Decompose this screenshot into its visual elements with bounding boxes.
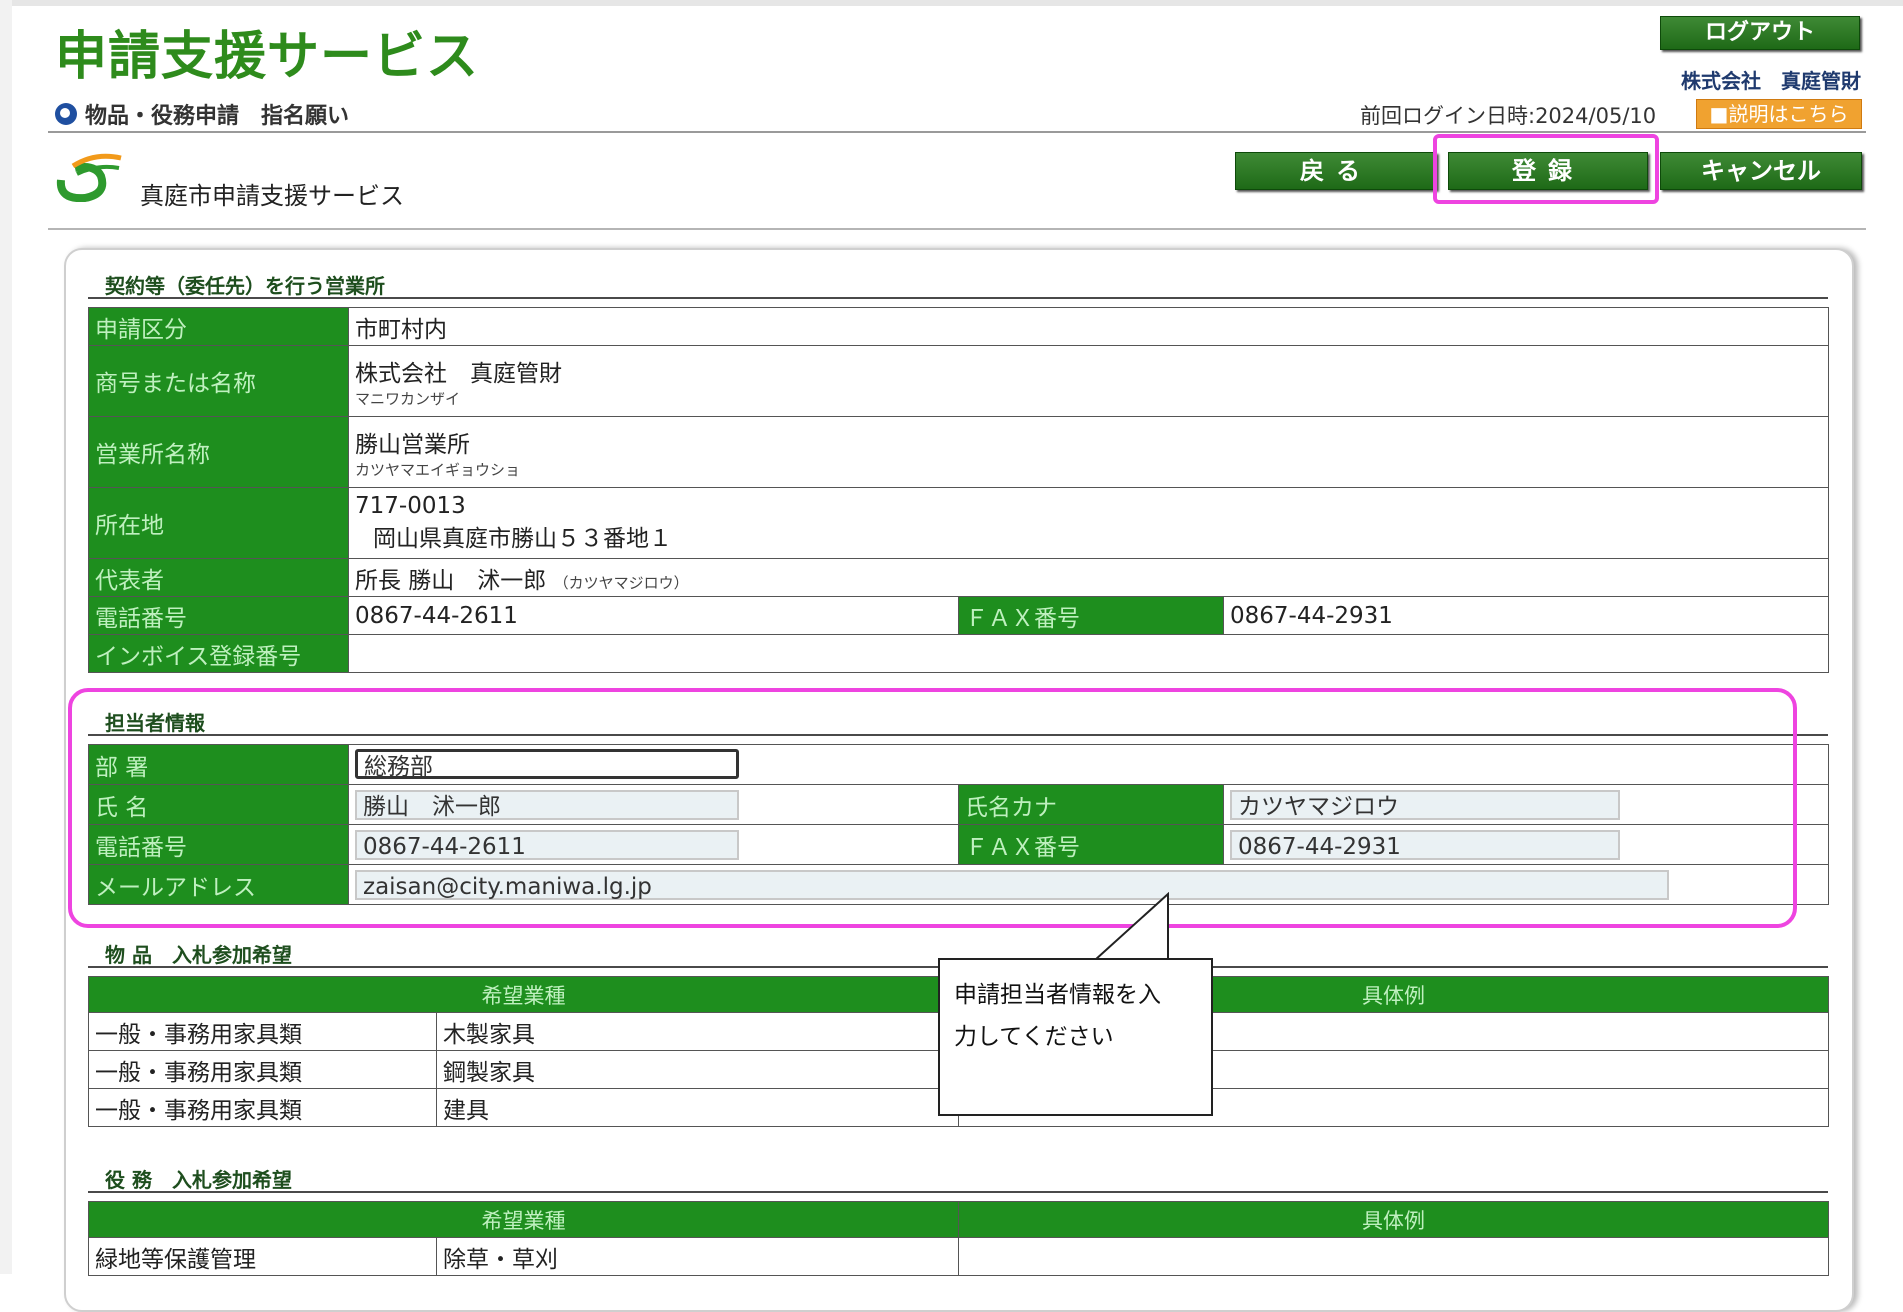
value-app-type: 市町村内 <box>348 307 1829 346</box>
value-phone: 0867-44-2611 <box>348 596 959 635</box>
services-industry: 除草・草刈 <box>436 1237 959 1276</box>
instruction-callout: 申請担当者情報を入 力してください <box>938 958 1213 1116</box>
services-example <box>958 1237 1829 1276</box>
user-icon <box>55 103 77 125</box>
breadcrumb-label: 物品・役務申請 指名願い <box>85 104 350 129</box>
callout-line-1: 申請担当者情報を入 <box>954 982 1161 1008</box>
value-invoice <box>348 634 1829 673</box>
callout-line-2: 力してください <box>954 1024 1114 1050</box>
company-name-text: 株式会社 真庭管財 <box>355 360 562 387</box>
breadcrumb: 物品・役務申請 指名願い <box>55 98 349 130</box>
goods-industry: 建具 <box>436 1088 959 1127</box>
label-company-name: 商号または名称 <box>88 345 349 417</box>
goods-industry: 鋼製家具 <box>436 1050 959 1089</box>
services-section-rule <box>88 1191 1828 1193</box>
top-border <box>0 0 1903 6</box>
branch-name-text: 勝山営業所 <box>355 431 470 458</box>
services-category: 緑地等保護管理 <box>88 1237 437 1276</box>
office-table: 申請区分 市町村内 商号または名称 株式会社 真庭管財 マニワカンザイ 営業所名… <box>88 307 1829 673</box>
value-company-name: 株式会社 真庭管財 マニワカンザイ <box>348 345 1829 417</box>
services-header-example: 具体例 <box>958 1201 1829 1238</box>
label-phone: 電話番号 <box>88 596 349 635</box>
company-name: 株式会社 真庭管財 <box>1681 69 1861 93</box>
toolbar-divider <box>48 228 1866 230</box>
label-branch-name: 営業所名称 <box>88 416 349 488</box>
label-address: 所在地 <box>88 487 349 559</box>
table-row: 緑地等保護管理 除草・草刈 <box>88 1237 1829 1276</box>
logout-button[interactable]: ログアウト <box>1660 16 1860 50</box>
value-representative: 所長 勝山 沭一郎 （カツヤマジロウ） <box>348 558 1829 597</box>
goods-header-industry: 希望業種 <box>88 976 959 1013</box>
representative-kana: （カツヤマジロウ） <box>553 573 689 592</box>
office-section-rule <box>88 297 1828 299</box>
company-name-kana: マニワカンザイ <box>355 389 461 408</box>
label-app-type: 申請区分 <box>88 307 349 346</box>
services-header-industry: 希望業種 <box>88 1201 959 1238</box>
app-title: 申請支援サービス <box>55 27 480 87</box>
callout-pointer <box>1092 892 1169 962</box>
value-fax: 0867-44-2931 <box>1223 596 1829 635</box>
services-section-title: 役 務 入札参加希望 <box>105 1168 292 1192</box>
label-fax: ＦＡＸ番号 <box>958 596 1224 635</box>
label-invoice: インボイス登録番号 <box>88 634 349 673</box>
goods-industry: 木製家具 <box>436 1012 959 1051</box>
value-branch-name: 勝山営業所 カツヤマエイギョウショ <box>348 416 1829 488</box>
last-login: 前回ログイン日時:2024/05/10 <box>1360 104 1657 128</box>
header-divider <box>48 131 1866 133</box>
address-text: 岡山県真庭市勝山５３番地１ <box>373 526 672 552</box>
services-table: 希望業種 具体例 緑地等保護管理 除草・草刈 <box>88 1201 1829 1276</box>
help-link[interactable]: ■説明はこちら <box>1696 99 1862 129</box>
city-logo-icon <box>56 153 122 202</box>
service-name: 真庭市申請支援サービス <box>140 182 404 210</box>
goods-category: 一般・事務用家具類 <box>88 1088 437 1127</box>
value-address: 717-0013 岡山県真庭市勝山５３番地１ <box>348 487 1829 559</box>
left-margin <box>0 0 12 1274</box>
postal-code: 717-0013 <box>355 493 466 519</box>
branch-name-kana: カツヤマエイギョウショ <box>355 460 521 479</box>
cancel-button[interactable]: キャンセル <box>1660 152 1862 190</box>
contact-highlight <box>68 688 1797 928</box>
goods-section-title: 物 品 入札参加希望 <box>105 943 292 967</box>
office-section-title: 契約等（委任先）を行う営業所 <box>105 274 385 298</box>
representative-name: 所長 勝山 沭一郎 <box>355 567 547 594</box>
register-highlight <box>1433 134 1659 204</box>
goods-category: 一般・事務用家具類 <box>88 1050 437 1089</box>
back-button[interactable]: 戻る <box>1235 152 1437 190</box>
goods-category: 一般・事務用家具類 <box>88 1012 437 1051</box>
label-representative: 代表者 <box>88 558 349 597</box>
